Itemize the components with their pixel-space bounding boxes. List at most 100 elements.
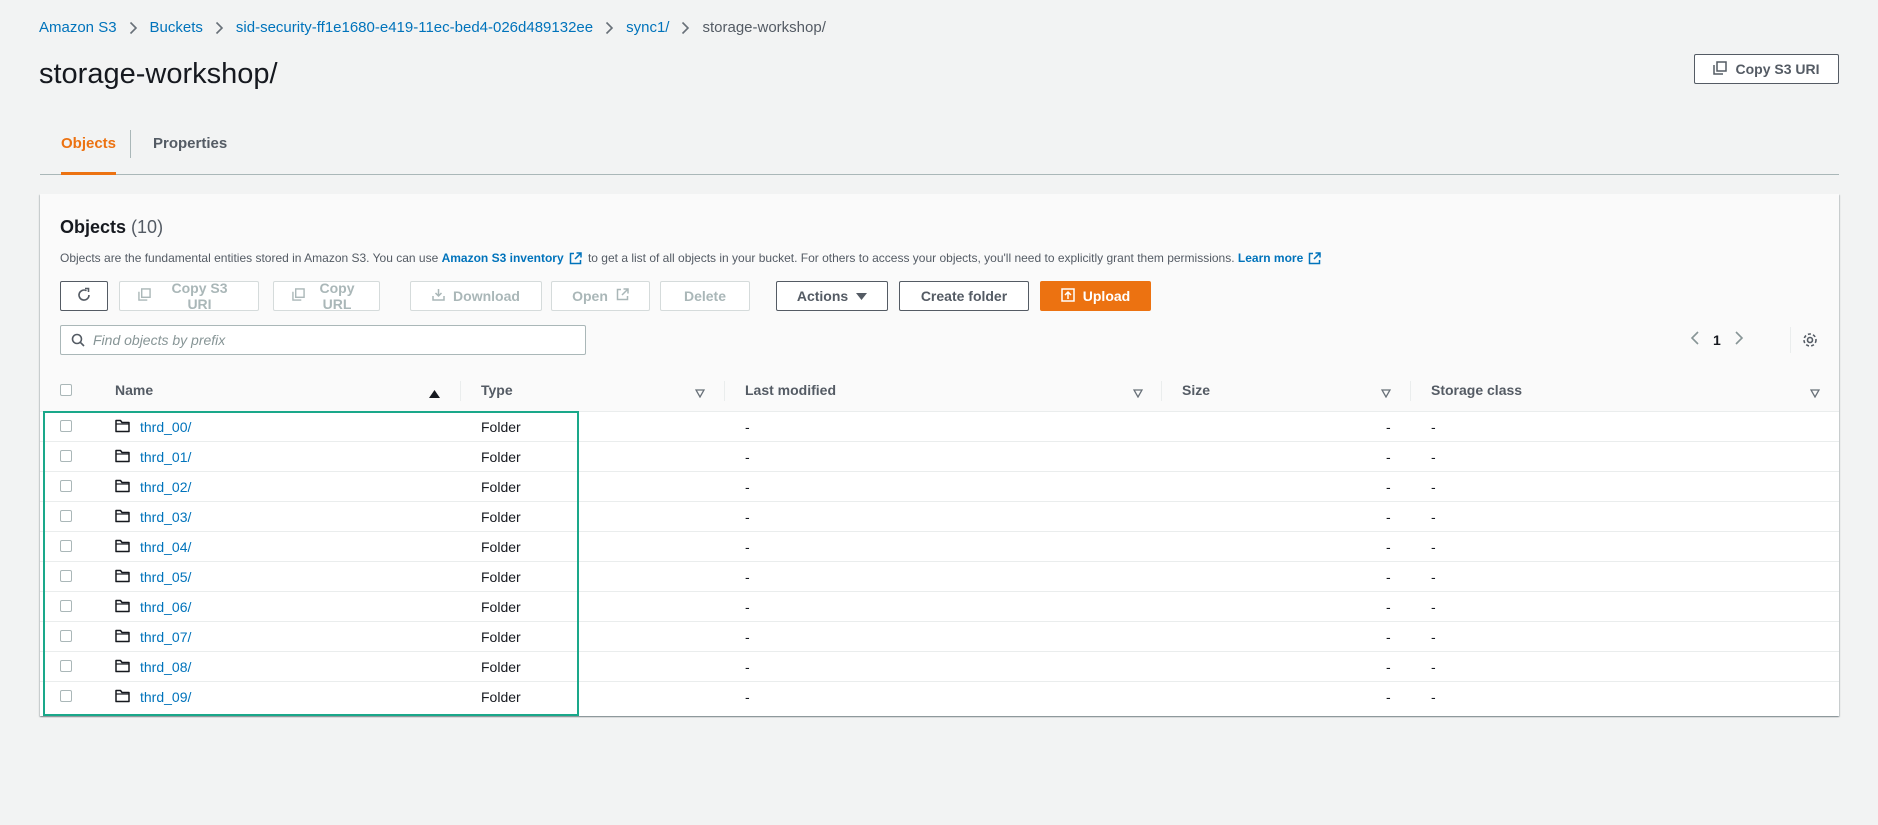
objects-title: Objects (10)	[60, 217, 163, 238]
sort-icon[interactable]	[1380, 385, 1392, 403]
object-type: Folder	[481, 629, 521, 645]
download-button[interactable]: Download	[410, 281, 542, 311]
copy-s3-uri-button[interactable]: Copy S3 URI	[1694, 54, 1839, 84]
column-header-type[interactable]: Type	[481, 382, 513, 398]
row-checkbox[interactable]	[60, 510, 72, 522]
row-checkbox[interactable]	[60, 690, 72, 702]
column-header-last-modified[interactable]: Last modified	[745, 382, 836, 398]
delete-button[interactable]: Delete	[660, 281, 750, 311]
delete-label: Delete	[683, 288, 727, 304]
breadcrumb-buckets[interactable]: Buckets	[150, 19, 203, 36]
chevron-left-icon[interactable]	[1690, 330, 1700, 351]
description-text-middle: to get a list of all objects in your buc…	[587, 251, 1235, 265]
row-checkbox[interactable]	[60, 600, 72, 612]
row-checkbox[interactable]	[60, 570, 72, 582]
learn-more-link[interactable]: Learn more	[1238, 251, 1303, 265]
object-name-link[interactable]: thrd_05/	[140, 569, 191, 585]
s3-inventory-link[interactable]: Amazon S3 inventory	[442, 251, 564, 265]
object-name-link[interactable]: thrd_09/	[140, 689, 191, 705]
copy-url-button[interactable]: Copy URL	[273, 280, 380, 312]
tab-divider	[130, 130, 131, 158]
object-name-link[interactable]: thrd_07/	[140, 629, 191, 645]
row-checkbox[interactable]	[60, 630, 72, 642]
page-number[interactable]: 1	[1713, 332, 1721, 348]
page-title: storage-workshop/	[39, 58, 278, 90]
object-size: -	[1386, 419, 1391, 435]
object-type: Folder	[481, 569, 521, 585]
description-text: Objects are the fundamental entities sto…	[60, 251, 439, 265]
object-size: -	[1386, 449, 1391, 465]
objects-panel: Objects (10) Objects are the fundamental…	[40, 194, 1839, 716]
object-name-link[interactable]: thrd_02/	[140, 479, 191, 495]
gear-icon[interactable]	[1800, 327, 1820, 358]
table-row[interactable]: thrd_03/ Folder - - -	[40, 502, 1839, 532]
column-divider[interactable]	[724, 381, 725, 401]
row-checkbox[interactable]	[60, 450, 72, 462]
column-header-storage-class[interactable]: Storage class	[1431, 382, 1522, 398]
row-checkbox[interactable]	[60, 540, 72, 552]
object-type: Folder	[481, 419, 521, 435]
table-row[interactable]: thrd_02/ Folder - - -	[40, 472, 1839, 502]
object-name-link[interactable]: thrd_06/	[140, 599, 191, 615]
table-row[interactable]: thrd_06/ Folder - - -	[40, 592, 1839, 622]
table-row[interactable]: thrd_07/ Folder - - -	[40, 622, 1839, 652]
table-row[interactable]: thrd_08/ Folder - - -	[40, 652, 1839, 682]
open-button[interactable]: Open	[551, 281, 650, 311]
select-all-checkbox[interactable]	[60, 384, 72, 396]
create-folder-button[interactable]: Create folder	[899, 281, 1029, 311]
folder-icon	[115, 689, 130, 706]
column-divider[interactable]	[460, 381, 461, 401]
objects-panel-header: Objects (10) Objects are the fundamental…	[40, 194, 1839, 369]
object-name-link[interactable]: thrd_08/	[140, 659, 191, 675]
external-link-icon	[1308, 252, 1322, 268]
sort-icon[interactable]	[694, 385, 706, 403]
row-checkbox[interactable]	[60, 420, 72, 432]
sort-icon[interactable]	[1132, 385, 1144, 403]
download-icon	[432, 288, 445, 304]
breadcrumb-bucket[interactable]: sid-security-ff1e1680-e419-11ec-bed4-026…	[236, 19, 593, 36]
breadcrumb-amazon-s3[interactable]: Amazon S3	[39, 19, 117, 36]
object-storage-class: -	[1431, 689, 1436, 705]
column-header-size[interactable]: Size	[1182, 382, 1210, 398]
chevron-right-icon[interactable]	[1734, 330, 1744, 351]
object-storage-class: -	[1431, 449, 1436, 465]
upload-icon	[1061, 287, 1075, 305]
objects-title-text: Objects	[60, 217, 127, 237]
chevron-right-icon	[605, 21, 614, 35]
breadcrumb-current: storage-workshop/	[702, 19, 826, 36]
table-row[interactable]: thrd_00/ Folder - - -	[40, 412, 1839, 442]
object-name-link[interactable]: thrd_04/	[140, 539, 191, 555]
upload-button[interactable]: Upload	[1040, 281, 1151, 311]
object-type: Folder	[481, 689, 521, 705]
column-divider[interactable]	[1161, 381, 1162, 401]
object-storage-class: -	[1431, 659, 1436, 675]
object-name-link[interactable]: thrd_00/	[140, 419, 191, 435]
breadcrumb-sync1[interactable]: sync1/	[626, 19, 669, 36]
table-row[interactable]: thrd_09/ Folder - - -	[40, 682, 1839, 711]
tab-properties[interactable]: Properties	[153, 128, 227, 174]
row-checkbox[interactable]	[60, 480, 72, 492]
column-divider[interactable]	[1410, 381, 1411, 401]
table-row[interactable]: thrd_01/ Folder - - -	[40, 442, 1839, 472]
table-row[interactable]: thrd_05/ Folder - - -	[40, 562, 1839, 592]
sort-ascending-icon[interactable]	[429, 385, 440, 403]
copy-s3-uri-toolbar-button[interactable]: Copy S3 URI	[119, 280, 259, 312]
object-name-link[interactable]: thrd_01/	[140, 449, 191, 465]
external-link-icon	[569, 252, 582, 268]
table-row[interactable]: thrd_04/ Folder - - -	[40, 532, 1839, 562]
column-header-name[interactable]: Name	[115, 382, 153, 398]
search-input[interactable]	[91, 331, 575, 349]
upload-label: Upload	[1082, 288, 1131, 304]
object-size: -	[1386, 569, 1391, 585]
row-checkbox[interactable]	[60, 660, 72, 672]
actions-dropdown[interactable]: Actions	[776, 281, 888, 311]
object-last-modified: -	[745, 629, 750, 645]
object-name-link[interactable]: thrd_03/	[140, 509, 191, 525]
tab-objects[interactable]: Objects	[61, 128, 117, 175]
folder-icon	[115, 449, 130, 466]
table-header: Name Type Last modified Size Storage cla…	[40, 369, 1839, 412]
refresh-button[interactable]	[60, 281, 108, 311]
object-type: Folder	[481, 659, 521, 675]
object-storage-class: -	[1431, 539, 1436, 555]
sort-icon[interactable]	[1809, 385, 1821, 403]
